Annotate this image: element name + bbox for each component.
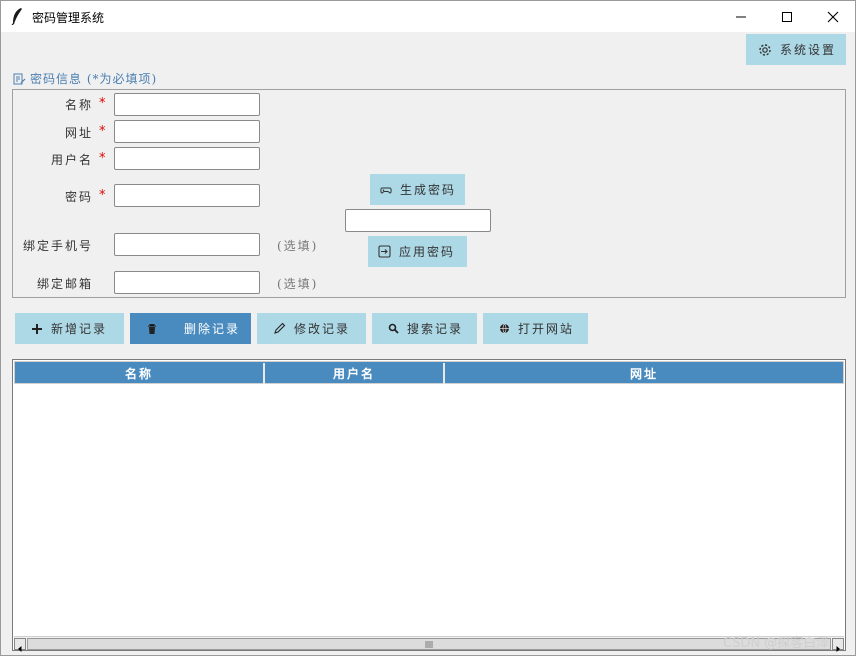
scrollbar-thumb[interactable] — [27, 638, 831, 650]
name-label: 名称 — [65, 98, 94, 112]
maximize-button[interactable] — [764, 1, 810, 32]
scroll-right-button[interactable] — [832, 638, 844, 652]
username-label: 用户名 — [51, 153, 94, 167]
generated-password-field[interactable] — [345, 209, 491, 232]
app-window: 密码管理系统 系统设置 密码信息 (*为必填项) 名称 * 网址 * 用户名 *… — [0, 0, 856, 656]
section-title-text: 密码信息 (*为必填项) — [30, 72, 158, 86]
name-input[interactable] — [114, 93, 260, 116]
search-record-label: 搜索记录 — [407, 322, 464, 336]
username-required-mark: * — [99, 151, 106, 166]
email-optional-hint: (选填) — [277, 277, 319, 291]
column-header-url[interactable]: 网址 — [445, 363, 843, 384]
records-table[interactable]: 名称 用户名 网址 — [12, 359, 846, 652]
arrow-left-icon — [18, 646, 22, 652]
password-label: 密码 — [65, 190, 94, 204]
minimize-button[interactable] — [718, 1, 764, 32]
url-label: 网址 — [65, 126, 94, 140]
scroll-left-button[interactable] — [14, 638, 26, 652]
username-input[interactable] — [114, 147, 260, 170]
close-button[interactable] — [810, 1, 856, 32]
search-record-button[interactable]: 搜索记录 — [372, 313, 477, 344]
phone-label: 绑定手机号 — [23, 239, 94, 253]
phone-optional-hint: (选填) — [277, 239, 319, 253]
delete-record-button[interactable]: 删除记录 — [130, 313, 251, 344]
section-title: 密码信息 (*为必填项) — [13, 70, 157, 87]
gear-icon — [759, 43, 771, 56]
system-settings-button[interactable]: 系统设置 — [746, 34, 846, 65]
minimize-icon — [736, 16, 746, 17]
name-required-mark: * — [99, 96, 106, 111]
title-bar: 密码管理系统 — [1, 1, 855, 32]
email-input[interactable] — [114, 271, 260, 294]
edit-record-label: 修改记录 — [294, 322, 351, 336]
pencil-icon — [274, 322, 286, 334]
horizontal-scrollbar[interactable] — [14, 636, 844, 652]
feather-icon — [11, 8, 22, 25]
watermark: CSDN @探客白泽 — [723, 636, 830, 651]
table-header: 名称 用户名 网址 — [14, 361, 844, 384]
generate-password-button[interactable]: 生成密码 — [370, 174, 465, 205]
trash-icon — [148, 323, 156, 334]
add-record-label: 新增记录 — [51, 322, 108, 336]
column-header-username[interactable]: 用户名 — [265, 363, 445, 384]
window-title: 密码管理系统 — [32, 11, 105, 25]
system-settings-label: 系统设置 — [780, 43, 837, 57]
apply-password-label: 应用密码 — [399, 245, 456, 259]
generate-password-label: 生成密码 — [400, 183, 457, 197]
phone-input[interactable] — [114, 233, 260, 256]
plus-icon — [32, 323, 42, 334]
enter-arrow-icon — [378, 245, 391, 258]
arrow-right-icon — [836, 646, 840, 652]
globe-icon — [500, 323, 509, 334]
password-input[interactable] — [114, 184, 260, 207]
delete-record-label: 删除记录 — [184, 322, 241, 336]
open-website-button[interactable]: 打开网站 — [483, 313, 588, 344]
maximize-icon — [782, 11, 792, 22]
edit-record-button[interactable]: 修改记录 — [257, 313, 366, 344]
gamepad-icon — [380, 187, 392, 194]
url-required-mark: * — [99, 124, 106, 139]
add-record-button[interactable]: 新增记录 — [15, 313, 124, 344]
grip-icon — [425, 641, 433, 648]
close-icon — [827, 11, 839, 22]
document-edit-icon — [13, 73, 26, 84]
open-website-label: 打开网站 — [518, 322, 575, 336]
password-required-mark: * — [99, 188, 106, 203]
column-header-name[interactable]: 名称 — [15, 363, 265, 384]
email-label: 绑定邮箱 — [37, 277, 94, 291]
apply-password-button[interactable]: 应用密码 — [368, 236, 467, 267]
search-icon — [388, 323, 399, 334]
url-input[interactable] — [114, 120, 260, 143]
